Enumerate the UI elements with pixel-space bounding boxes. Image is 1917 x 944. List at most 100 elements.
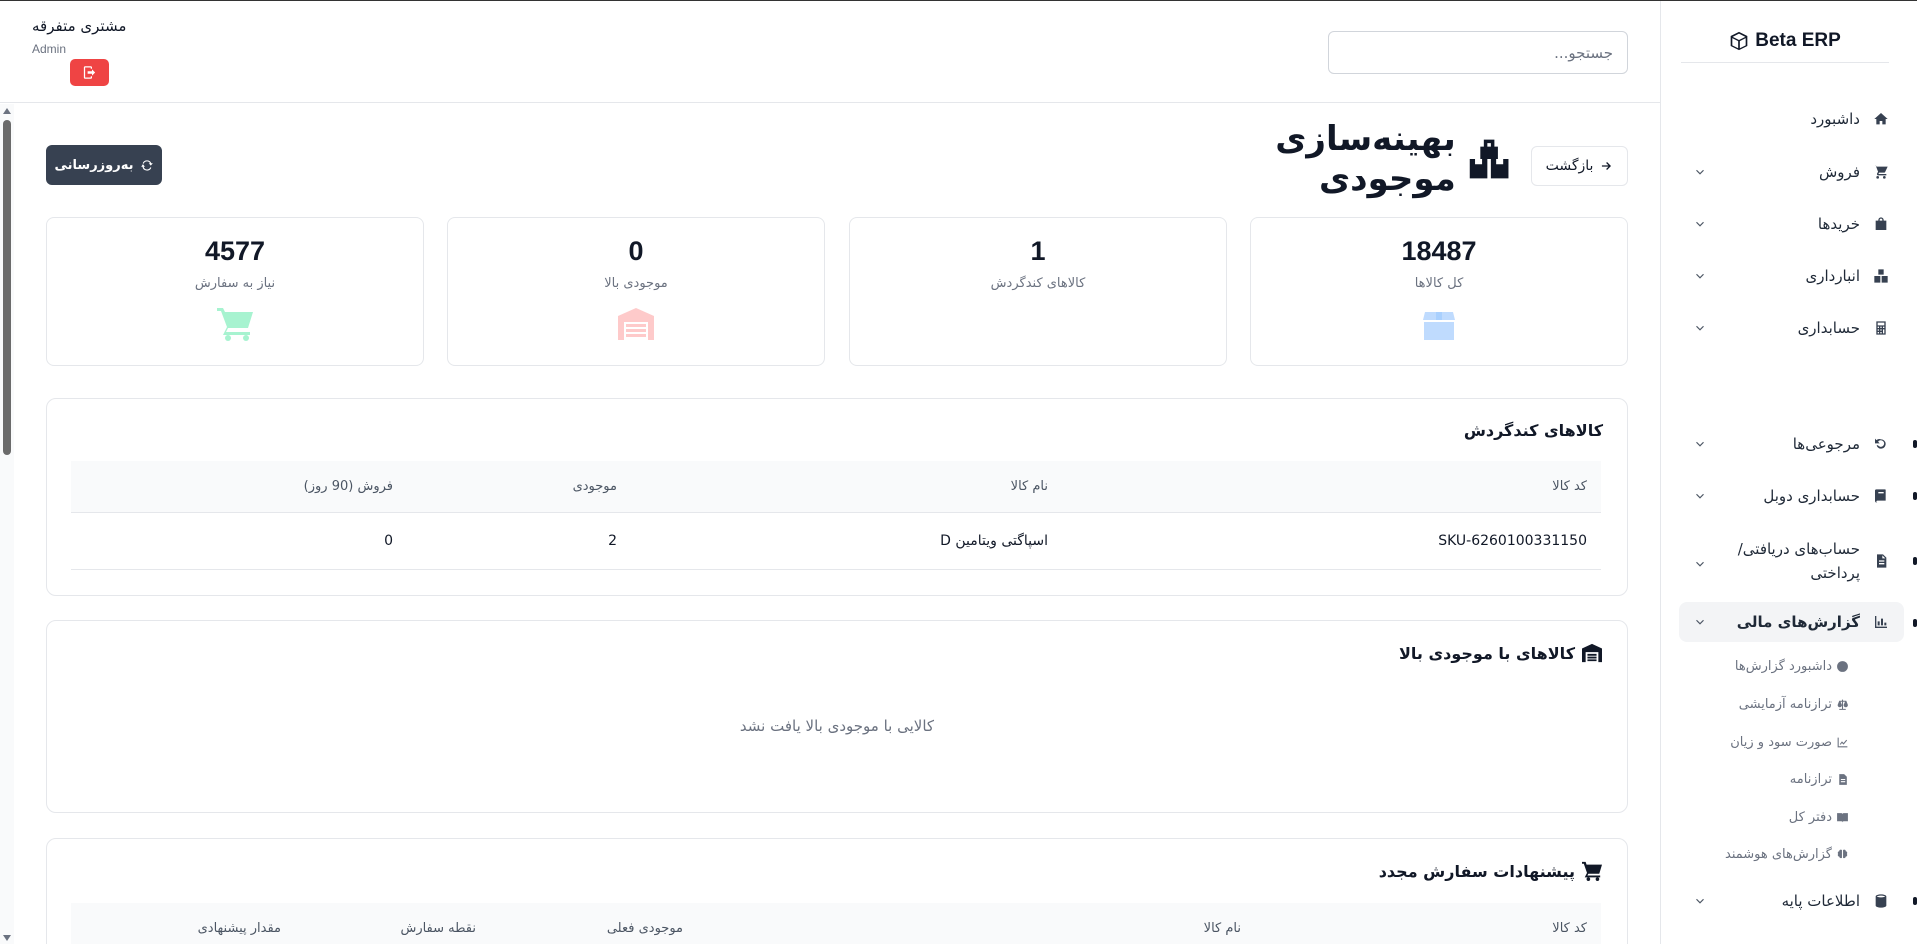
slow-moving-section: کالاهای کندگردش کد کالا نام کالا موجودی … [46,398,1628,596]
home-icon [1872,110,1890,128]
warehouse-icon [616,306,656,342]
stat-value: 0 [628,236,644,266]
sidebar-edge-mark [1913,557,1917,565]
page-title: بهینه‌سازی موجودی [1140,119,1510,199]
chevron-down-icon [1693,165,1707,179]
brand-name: Beta ERP [1755,29,1841,51]
sign-out-icon [83,66,96,79]
chevron-down-icon [1693,554,1707,568]
section-title-text: کالاهای کندگردش [1463,421,1603,440]
sidebar-subitem-profit-loss[interactable]: صورت سود و زیان [1730,731,1849,753]
cart-icon [1582,861,1602,881]
warehouse-icon [1582,643,1602,663]
stat-card-total-items: 18487 کل کالاها [1250,217,1628,366]
sidebar-subitem-trial-balance[interactable]: ترازنامه آزمایشی [1739,693,1849,715]
sidebar-subitem-balance-sheet[interactable]: ترازنامه [1790,768,1849,790]
database-icon [1872,892,1890,910]
sidebar-edge-mark [1913,440,1917,448]
section-title: کالاهای با موجودی بالا [1399,643,1603,663]
table-cell: 0 [384,533,393,549]
scroll-thumb[interactable] [3,120,11,455]
column-header: موجودی فعلی [606,921,683,936]
sidebar-item-dashboard[interactable]: داشبورد [1679,99,1904,139]
file-icon [1839,773,1847,785]
high-stock-section: کالاهای با موجودی بالا کالایی با موجودی … [46,620,1628,813]
sidebar-subitem-general-ledger[interactable]: دفتر کل [1789,806,1849,828]
stat-value: 18487 [1401,236,1477,266]
chevron-down-icon [1693,615,1707,629]
sidebar-subitem-label: داشبورد گزارش‌ها [1734,658,1832,674]
sidebar-item-label: داشبورد [1810,110,1860,128]
sidebar-edge-mark [1913,619,1917,627]
sidebar-item-label: حساب‌های دریافتی/ پرداختی [1737,540,1860,582]
section-title-text: پیشنهادات سفارش مجدد [1378,861,1575,881]
page-title-text: بهینه‌سازی موجودی [1275,119,1456,199]
table-row[interactable]: SKU-6260100331150 اسپاگتی ویتامین D 2 0 [71,513,1601,570]
sidebar-subitem-smart-reports[interactable]: گزارش‌های هوشمند [1725,843,1849,865]
sidebar-subitem-reports-dashboard[interactable]: داشبورد گزارش‌ها [1735,655,1849,677]
column-header: موجودی [572,479,617,494]
stat-label: نیاز به سفارش [194,276,276,291]
column-header: فروش (90 روز) [303,479,393,494]
chevron-down-icon [1693,217,1707,231]
section-title-text: کالاهای با موجودی بالا [1398,643,1575,663]
sidebar-item-label: حسابداری [1797,319,1860,337]
sidebar-item-accounting[interactable]: حسابداری [1679,308,1904,348]
boxes-icon [1469,139,1509,179]
calculator-icon [1872,319,1890,337]
back-label: بازگشت [1545,158,1594,174]
logout-button[interactable] [70,59,109,86]
sidebar-item-sales[interactable]: فروش [1679,152,1904,192]
sidebar-item-label: فروش [1818,163,1860,181]
box-icon [1419,306,1459,342]
sidebar-subitem-label: صورت سود و زیان [1730,734,1832,750]
sidebar-item-returns[interactable]: مرجوعی‌ها [1679,424,1904,464]
chevron-down-icon [1693,489,1707,503]
table-header: کد کالا نام کالا موجودی فعلی نقطه سفارش … [71,903,1601,944]
stat-value: 1 [1030,236,1046,266]
cart-icon [215,306,255,342]
table-cell: SKU-6260100331150 [1438,533,1587,549]
sidebar-item-financial-reports[interactable]: گزارش‌های مالی [1679,602,1904,642]
open-book-icon [1837,812,1848,822]
sidebar: Beta ERP داشبورد فروش خریدها انبارداری ح… [1660,1,1917,944]
chevron-down-icon [1693,894,1707,908]
scroll-up-arrow[interactable] [3,108,11,114]
vertical-scrollbar[interactable] [0,104,14,944]
scroll-down-arrow[interactable] [3,935,11,941]
sidebar-item-purchases[interactable]: خریدها [1679,204,1904,244]
book-icon [1872,487,1890,505]
brain-icon [1837,849,1848,858]
refresh-label: به‌روزرسانی [54,157,134,173]
table-header: کد کالا نام کالا موجودی فروش (90 روز) [71,461,1601,513]
sidebar-item-label: حسابداری دوبل [1763,487,1860,505]
sidebar-item-base-info[interactable]: اطلاعات پایه [1679,881,1904,921]
stat-card-high-stock: 0 موجودی بالا [447,217,825,366]
sidebar-item-receivables[interactable]: حساب‌های دریافتی/ پرداختی [1679,533,1904,589]
section-title: کالاهای کندگردش [1464,421,1603,440]
search-input[interactable] [1328,31,1628,74]
back-button[interactable]: بازگشت [1531,146,1628,186]
sidebar-item-inventory[interactable]: انبارداری [1679,256,1904,296]
sidebar-item-label: انبارداری [1805,267,1860,285]
bag-icon [1872,215,1890,233]
sidebar-subitem-label: گزارش‌های هوشمند [1725,846,1832,862]
sidebar-item-double-entry[interactable]: حسابداری دوبل [1679,476,1904,516]
column-header: نام کالا [1203,921,1241,936]
refresh-button[interactable]: به‌روزرسانی [46,145,162,185]
user-name: مشتری متفرقه [32,17,127,35]
sidebar-subitem-label: دفتر کل [1788,809,1832,825]
gauge-icon [1837,660,1848,672]
line-chart-icon [1837,737,1848,747]
table-cell: اسپاگتی ویتامین D [940,533,1048,549]
table-cell: 2 [608,533,617,549]
empty-state-message: کالایی با موجودی بالا یافت نشد [739,717,935,735]
cart-icon [1872,163,1890,181]
invoice-icon [1872,552,1890,570]
stat-label: کالاهای کندگردش [990,276,1086,291]
sidebar-item-label: خریدها [1817,215,1860,233]
brand-logo[interactable]: Beta ERP [1681,19,1889,63]
reorder-section: پیشنهادات سفارش مجدد کد کالا نام کالا مو… [46,838,1628,944]
sync-icon [140,160,153,171]
cube-icon [1730,31,1748,50]
